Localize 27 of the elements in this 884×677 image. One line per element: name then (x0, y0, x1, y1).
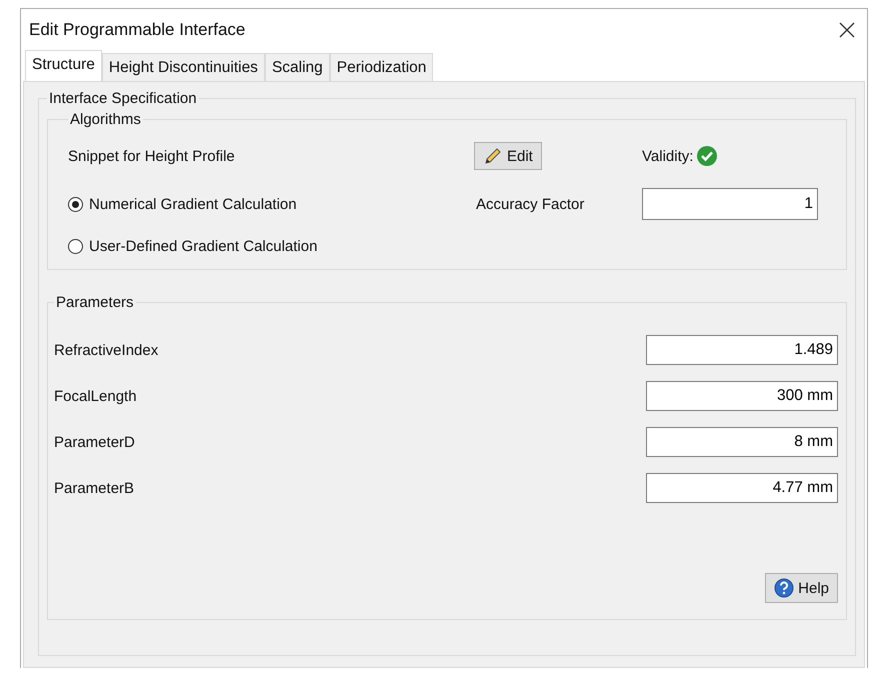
window-title: Edit Programmable Interface (29, 20, 246, 40)
validity-label: Validity: (642, 148, 694, 164)
parameter-field[interactable]: 1.489 (646, 335, 838, 365)
group-title: Parameters (55, 294, 135, 311)
tab[interactable]: Structure (25, 50, 102, 81)
group-title: Algorithms (69, 111, 142, 128)
help-button[interactable]: Help (765, 573, 838, 603)
parameter-field[interactable]: 4.77 mm (646, 473, 838, 503)
accuracy-field[interactable]: 1 (642, 188, 818, 220)
close-icon[interactable] (839, 22, 855, 38)
parameter-label: RefractiveIndex (54, 342, 160, 358)
tab[interactable]: Periodization (330, 53, 434, 81)
group-title: Interface Specification (48, 90, 198, 107)
accuracy-label: Accuracy Factor (476, 196, 586, 212)
tab[interactable]: Height Discontinuities (102, 53, 265, 81)
parameter-label: FocalLength (54, 388, 138, 404)
radio-option[interactable]: User-Defined Gradient Calculation (68, 238, 476, 255)
parameter-field[interactable]: 300 mm (646, 381, 838, 411)
tab[interactable]: Scaling (264, 53, 330, 81)
radio-option[interactable]: Numerical Gradient Calculation (68, 196, 476, 212)
parameter-field[interactable]: 8 mm (646, 427, 838, 457)
parameter-label: ParameterB (54, 480, 136, 496)
parameter-label: ParameterD (54, 434, 136, 450)
pencil-icon (483, 146, 503, 166)
edit-button[interactable]: Edit (474, 142, 542, 170)
help-icon (774, 578, 794, 598)
snippet-label: Snippet for Height Profile (68, 148, 236, 164)
